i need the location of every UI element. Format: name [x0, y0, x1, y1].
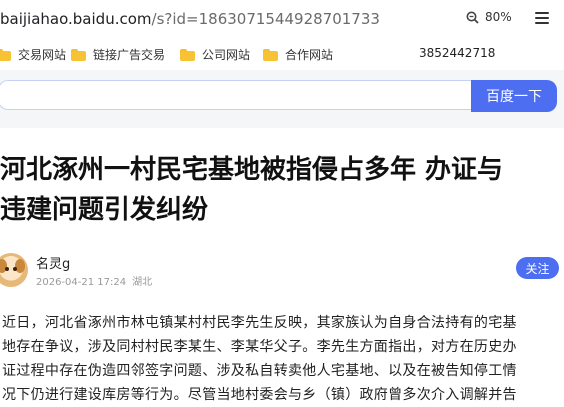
paragraph-line: 地存在争议，涉及同村村民李某生、李某华父子。李先生方面指出，对方在历史办: [2, 339, 517, 355]
folder-icon: [180, 48, 195, 61]
zoom-level: 80%: [485, 10, 512, 24]
bookmark-folder-company[interactable]: 公司网站: [180, 46, 250, 63]
bookmarks-bar: 交易网站 链接广告交易 公司网站 合作网站 3852442718: [0, 38, 564, 71]
article-meta: 2026-04-21 17:24 湖北: [36, 273, 152, 288]
folder-icon: [71, 48, 86, 61]
bookmark-label: 交易网站: [18, 48, 67, 62]
zoom-icon: [466, 11, 479, 24]
paragraph-line: 近日，河北省涿州市林屯镇某村村民李先生反映，其家族认为自身合法持有的宅基: [2, 315, 517, 331]
bookmark-label: 合作网站: [285, 48, 334, 62]
folder-icon: [263, 48, 278, 61]
search-input[interactable]: [0, 80, 471, 110]
phone-number: 3852442718: [419, 46, 496, 60]
menu-icon[interactable]: [535, 12, 549, 24]
bookmark-folder-partners[interactable]: 合作网站: [263, 46, 333, 63]
follow-button[interactable]: 关注: [516, 257, 559, 279]
publish-date: 2026-04-21 17:24: [36, 277, 127, 288]
url-path: /s?id=1863071544928701733: [151, 10, 380, 28]
article-title-line: 违建问题引发纠纷: [0, 195, 209, 225]
publish-location: 湖北: [132, 277, 153, 288]
bookmark-label: 链接广告交易: [93, 48, 166, 62]
url-field[interactable]: baijiahao.baidu.com/s?id=186307154492870…: [0, 10, 380, 28]
bookmark-label: 公司网站: [202, 48, 251, 62]
avatar[interactable]: [0, 253, 28, 287]
article-body: 近日，河北省涿州市林屯镇某村村民李先生反映，其家族认为自身合法持有的宅基 地存在…: [2, 311, 562, 407]
url-host: baijiahao.baidu.com: [0, 10, 152, 28]
bookmark-folder-trading[interactable]: 交易网站: [0, 46, 66, 63]
search-button[interactable]: 百度一下: [471, 80, 557, 112]
author-name[interactable]: 名灵g: [36, 253, 70, 272]
zoom-indicator[interactable]: 80%: [466, 10, 512, 24]
article-title-line: 河北涿州一村民宅基地被指侵占多年 办证与: [0, 155, 504, 185]
paragraph-line: 况下仍进行建设库房等行为。尽管当地村委会与乡（镇）政府曾多次介入调解并告: [2, 387, 517, 403]
address-bar: baijiahao.baidu.com/s?id=186307154492870…: [0, 0, 564, 38]
paragraph-line: 证过程中存在伪造四邻签字问题、涉及私自转卖他人宅基地、以及在被告知停工情: [2, 363, 517, 379]
search-bar: 百度一下: [0, 70, 564, 128]
folder-icon: [0, 48, 11, 61]
bookmark-folder-ad-links[interactable]: 链接广告交易: [71, 46, 165, 63]
article-title: 河北涿州一村民宅基地被指侵占多年 办证与 违建问题引发纠纷: [0, 150, 564, 230]
